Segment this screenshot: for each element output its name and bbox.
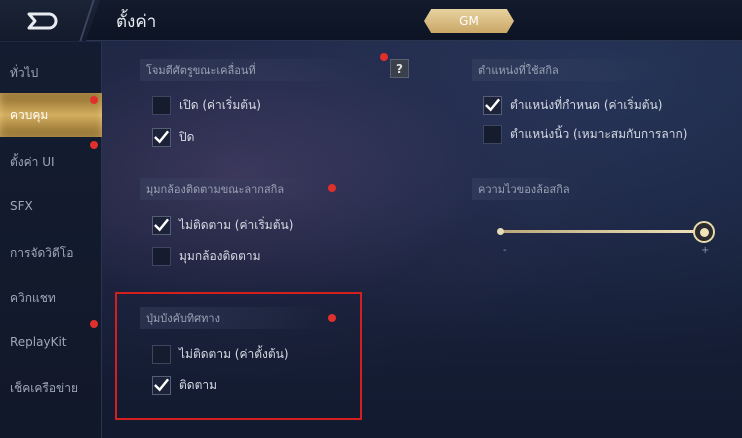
back-arrow-icon bbox=[27, 12, 58, 29]
notification-dot bbox=[380, 53, 388, 61]
option-label: ตำแหน่งที่กำหนด (ค่าเริ่มต้น) bbox=[510, 97, 663, 112]
sidebar-item-label: การจัดวิดีโอ bbox=[10, 245, 74, 260]
checkbox[interactable] bbox=[152, 246, 171, 266]
sidebar-item-general[interactable]: ทั่วไป bbox=[0, 51, 102, 95]
option-attack-move-on[interactable]: เปิด (ค่าเริ่มต้น) bbox=[152, 93, 261, 117]
checkbox[interactable] bbox=[483, 124, 502, 144]
sidebar-item-replaykit[interactable]: ReplayKit bbox=[0, 320, 102, 364]
checkbox[interactable] bbox=[152, 344, 171, 364]
slider-min-marker bbox=[497, 228, 504, 235]
option-label: ติดตาม bbox=[179, 377, 218, 392]
sidebar-item-label: ควิกแชท bbox=[10, 290, 56, 305]
slider-minus-label: - bbox=[503, 245, 507, 256]
sidebar-item-label: SFX bbox=[10, 199, 33, 213]
notification-dot bbox=[328, 184, 336, 192]
sidebar-item-sfx[interactable]: SFX bbox=[0, 184, 102, 228]
section-header-direction-button: ปุ่มบังคับทิศทาง bbox=[140, 307, 330, 329]
checkbox-checked[interactable] bbox=[152, 375, 171, 395]
sidebar-item-label: เช็คเครือข่าย bbox=[10, 380, 79, 395]
checkmark-icon bbox=[485, 98, 501, 112]
option-label: ไม่ติดตาม (ค่าตั้งต้น) bbox=[179, 346, 289, 361]
notification-dot bbox=[90, 141, 98, 149]
sidebar-item-ui-settings[interactable]: ตั้งค่า UI bbox=[0, 140, 102, 184]
sidebar-item-label: ตั้งค่า UI bbox=[10, 154, 55, 169]
sidebar-item-label: ReplayKit bbox=[10, 335, 67, 349]
top-bar: ตั้งค่า GM bbox=[0, 0, 742, 41]
checkmark-icon bbox=[154, 130, 170, 144]
page-title: ตั้งค่า bbox=[116, 12, 157, 32]
sidebar-item-video[interactable]: การจัดวิดีโอ bbox=[0, 231, 102, 275]
option-skill-finger-position[interactable]: ตำแหน่งนิ้ว (เหมาะสมกับการลาก) bbox=[483, 122, 687, 146]
checkmark-icon bbox=[154, 378, 170, 392]
option-label: ตำแหน่งนิ้ว (เหมาะสมกับการลาก) bbox=[510, 126, 688, 141]
checkbox-checked[interactable] bbox=[152, 127, 171, 147]
sidebar-item-network-check[interactable]: เช็คเครือข่าย bbox=[0, 366, 102, 410]
sidebar-item-label: ควบคุม bbox=[10, 107, 49, 122]
sensitivity-slider-track[interactable] bbox=[500, 230, 704, 233]
option-label: ปิด bbox=[179, 129, 195, 144]
option-label: ไม่ติดตาม (ค่าเริ่มต้น) bbox=[179, 217, 294, 232]
help-button[interactable]: ? bbox=[390, 59, 409, 78]
sidebar: ทั่วไป ควบคุม ตั้งค่า UI SFX การจัดวิดีโ… bbox=[0, 42, 102, 438]
checkmark-icon bbox=[154, 218, 170, 232]
option-direction-no-follow[interactable]: ไม่ติดตาม (ค่าตั้งต้น) bbox=[152, 342, 289, 366]
slider-handle-center bbox=[699, 227, 709, 237]
sidebar-item-controls[interactable]: ควบคุม bbox=[0, 93, 102, 137]
sidebar-item-label: ทั่วไป bbox=[10, 65, 39, 80]
checkbox-checked[interactable] bbox=[483, 95, 502, 115]
checkbox[interactable] bbox=[152, 95, 171, 115]
option-skill-fixed-position[interactable]: ตำแหน่งที่กำหนด (ค่าเริ่มต้น) bbox=[483, 93, 662, 117]
notification-dot bbox=[90, 320, 98, 328]
sensitivity-slider-handle[interactable] bbox=[693, 221, 715, 243]
section-header-skill-position: ตำแหน่งที่ใช้สกิล bbox=[472, 59, 662, 81]
notification-dot bbox=[328, 314, 336, 322]
section-header-camera-follow: มุมกล้องติดตามขณะลากสกิล bbox=[140, 178, 330, 200]
checkbox-checked[interactable] bbox=[152, 215, 171, 235]
option-camera-no-follow[interactable]: ไม่ติดตาม (ค่าเริ่มต้น) bbox=[152, 213, 293, 237]
section-header-attack-while-moving: โจมตีศัตรูขณะเคลื่อนที่ bbox=[140, 59, 380, 81]
option-camera-follow[interactable]: มุมกล้องติดตาม bbox=[152, 244, 261, 268]
settings-screen: ตั้งค่า GM ทั่วไป ควบคุม ตั้งค่า UI SFX … bbox=[0, 0, 742, 438]
option-label: เปิด (ค่าเริ่มต้น) bbox=[179, 97, 261, 112]
option-label: มุมกล้องติดตาม bbox=[179, 248, 261, 263]
slider-plus-label: + bbox=[701, 245, 710, 256]
sidebar-item-quick-chat[interactable]: ควิกแชท bbox=[0, 276, 102, 320]
option-attack-move-off[interactable]: ปิด bbox=[152, 125, 194, 149]
option-direction-follow[interactable]: ติดตาม bbox=[152, 373, 217, 397]
gm-button[interactable]: GM bbox=[424, 9, 514, 33]
section-header-wheel-sensitivity: ความไวของล้อสกิล bbox=[472, 178, 582, 200]
notification-dot bbox=[90, 96, 98, 104]
